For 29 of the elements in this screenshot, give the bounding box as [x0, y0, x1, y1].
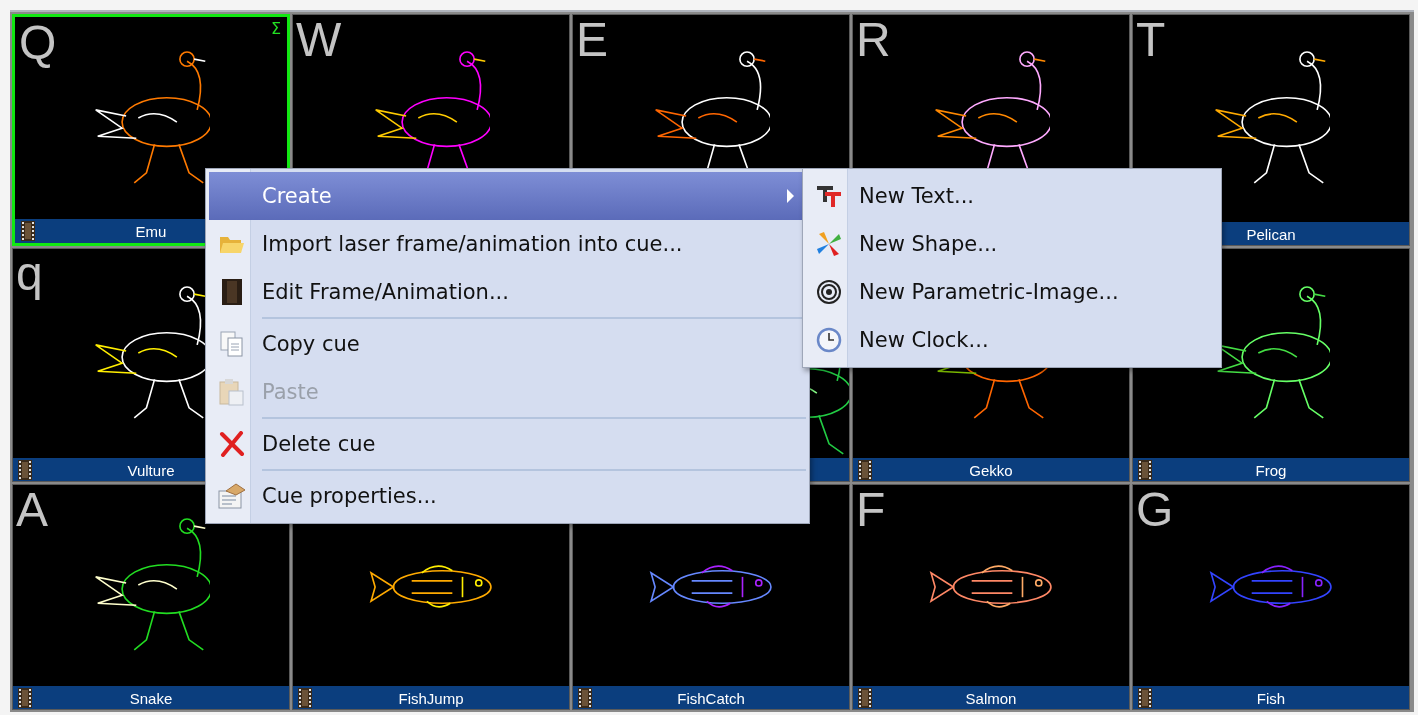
menu-item[interactable]: Cue properties...: [209, 472, 806, 520]
menu-item[interactable]: Copy cue: [209, 320, 806, 368]
menu-item[interactable]: Import laser frame/animation into cue...: [209, 220, 806, 268]
cue-name: FishJump: [397, 689, 465, 707]
cue-name: Vulture: [126, 461, 176, 479]
cue-key: R: [856, 16, 891, 64]
cue-name: Fish: [1255, 689, 1287, 707]
cue-key: Q: [19, 19, 57, 67]
cue-key: F: [856, 486, 886, 534]
menu-item[interactable]: New Clock...: [806, 316, 1218, 364]
cue-key: A: [16, 486, 48, 534]
menu-item[interactable]: New Shape...: [806, 220, 1218, 268]
cue-key: G: [1136, 486, 1174, 534]
sigma-label: Σ: [270, 19, 281, 38]
cue-name: Gekko: [968, 461, 1014, 479]
menu-item[interactable]: New Text...: [806, 172, 1218, 220]
menu-item[interactable]: Edit Frame/Animation...: [209, 268, 806, 316]
cue-name: Pelican: [1245, 225, 1297, 243]
cue-name: Frog: [1254, 461, 1288, 479]
cue-key: T: [1136, 16, 1166, 64]
cue-name: Salmon: [964, 689, 1018, 707]
cue-key: E: [576, 16, 608, 64]
menu-item[interactable]: Delete cue: [209, 420, 806, 468]
menu-item[interactable]: New Parametric-Image...: [806, 268, 1218, 316]
cue-key: q: [16, 250, 43, 298]
cue-name: FishCatch: [676, 689, 746, 707]
cue-name: Emu: [134, 222, 168, 240]
cue-name: Snake: [128, 689, 174, 707]
cue-key: W: [296, 16, 342, 64]
